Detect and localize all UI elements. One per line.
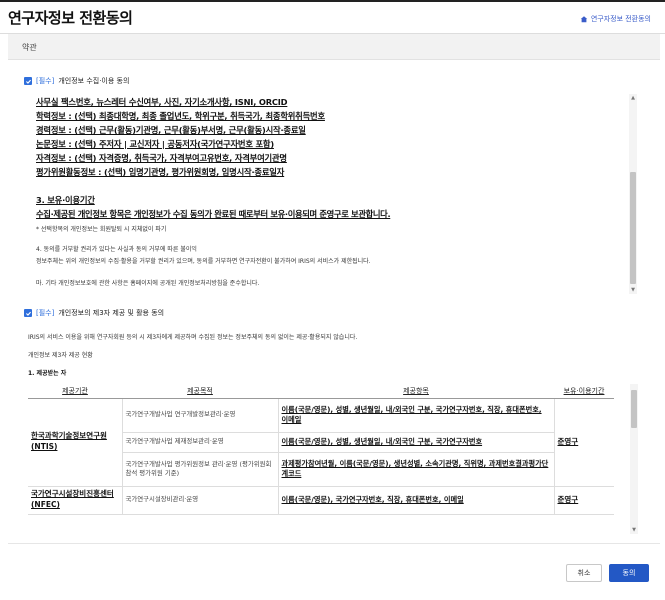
- cancel-button[interactable]: 취소: [566, 564, 602, 582]
- provision-table-scrollbar[interactable]: ▼: [630, 384, 638, 534]
- page-header: 연구자정보 전환동의 연구자정보 전환동의: [0, 2, 665, 34]
- provision-scroll-thumb[interactable]: [631, 390, 637, 428]
- items-cell: 과제평가참여년월, 이름(국문/영문), 생년성별, 소속기관명, 직위명, 과…: [277, 452, 554, 487]
- period-ntis: 준영구: [553, 398, 614, 487]
- retention-title: 3. 보유·이용기간: [36, 195, 95, 205]
- page-title: 연구자정보 전환동의: [8, 9, 133, 27]
- table-row: 한국과학기술정보연구원(NTIS) 국가연구개발사업 연구개발정보관리·운영 이…: [28, 398, 614, 487]
- terms-content: [필수] 개인정보 수집·이용 동의 사무실 팩스번호, 뉴스레터 수신여부, …: [8, 60, 660, 544]
- bold-line-evaluator: 평가위원활동정보 : (선택) 임명기관명, 평가위원회명, 임명시작·종료일자: [36, 167, 285, 177]
- section2-heading: 개인정보의 제3자 제공 및 활용 동의: [58, 309, 165, 317]
- bold-line-paper: 논문정보 : (선택) 주저자 | 교신저자 | 공동저자(국가연구자번호 포함…: [36, 139, 274, 149]
- provision-table: 제공기관 제공목적 제공항목 보유·이용기간 한국과학기술정보연구원(NTIS)…: [28, 384, 614, 515]
- terms-tab-bar: 약관: [8, 34, 660, 60]
- checkbox-checked-icon: [25, 311, 31, 316]
- col-header-purpose: 제공목적: [122, 384, 278, 399]
- bold-line-career: 경력정보 : (선택) 근무(활동)기관명, 근무(활동)부서명, 근무(활동)…: [36, 125, 306, 135]
- checkbox-checked-icon: [25, 79, 31, 84]
- recipients-subtitle: 1. 제공받는 자: [28, 370, 67, 377]
- breadcrumb-label: 연구자정보 전환동의: [590, 15, 651, 23]
- bold-line-license: 자격정보 : (선택) 자격증명, 취득국가, 자격부여고유번호, 자격부여기관…: [36, 153, 287, 163]
- section1-header: [필수] 개인정보 수집·이용 동의: [24, 76, 129, 86]
- tab-terms[interactable]: 약관: [22, 42, 37, 53]
- scroll-down-icon[interactable]: ▼: [630, 526, 638, 534]
- purpose-cell: 국가연구개발사업 평가위원정보 관리·운영 (평가위원회 참석 평가위원 기준): [121, 452, 278, 487]
- col-header-period: 보유·이용기간: [554, 384, 614, 399]
- optional-note: * 선택항목의 개인정보는 회원탈퇴 시 지체없이 파기: [36, 226, 167, 233]
- home-icon: [580, 16, 588, 23]
- period-nfec: 준영구: [553, 486, 614, 515]
- section2-intro: IRIS의 서비스 이용을 위해 연구자회원 등의 시 제3자에게 제공하며 수…: [28, 334, 358, 341]
- bold-line-contact: 사무실 팩스번호, 뉴스레터 수신여부, 사진, 자기소개사항, ISNI, O…: [36, 97, 288, 107]
- breadcrumb[interactable]: 연구자정보 전환동의: [580, 14, 651, 24]
- provision-table-scrollbox[interactable]: 제공기관 제공목적 제공항목 보유·이용기간 한국과학기술정보연구원(NTIS)…: [28, 384, 640, 538]
- item4-title: 4. 동의를 거부할 권리가 있다는 사실과 동의 거부에 따른 불이익: [36, 246, 197, 253]
- institution-nfec: 국가연구시설장비진흥센터(NFEC): [28, 486, 122, 515]
- agree-button[interactable]: 동의: [609, 564, 649, 582]
- section1-scrollbox[interactable]: 사무실 팩스번호, 뉴스레터 수신여부, 사진, 자기소개사항, ISNI, O…: [16, 94, 640, 298]
- retention-text: 수집·제공된 개인정보 항목은 개인정보가 수집 동의가 완료된 때로부터 보유…: [36, 209, 391, 219]
- scroll-up-icon[interactable]: ▲: [629, 94, 637, 102]
- table-header-row: 제공기관 제공목적 제공항목 보유·이용기간: [28, 384, 614, 399]
- section2-required-tag: [필수]: [36, 309, 55, 317]
- bold-line-education: 학력정보 : (선택) 최종대학명, 최종 졸업년도, 학위구분, 취득국가, …: [36, 111, 325, 121]
- scroll-down-icon[interactable]: ▼: [629, 286, 637, 294]
- section1-scrollbar[interactable]: ▲ ▼: [629, 94, 637, 294]
- section2-checkbox[interactable]: [24, 309, 32, 317]
- section2-header: [필수] 개인정보의 제3자 제공 및 활용 동의: [24, 308, 164, 318]
- items-cell: 이름(국문/영문), 성별, 생년월일, 내/외국인 구분, 국가연구자번호: [277, 432, 554, 453]
- item5-text: 마. 기타 개인정보보호에 관한 사항은 홈페이지에 공개된 개인정보처리방침을…: [36, 280, 260, 287]
- table-row: 국가연구시설장비진흥센터(NFEC) 국가연구시설장비관리·운영 이름(국문/영…: [28, 486, 614, 515]
- col-header-items: 제공항목: [278, 384, 554, 399]
- purpose-cell: 국가연구개발사업 연구개발정보관리·운영: [121, 398, 278, 433]
- footer: 취소 동의: [0, 544, 665, 600]
- section1-checkbox[interactable]: [24, 77, 32, 85]
- section1-required-tag: [필수]: [36, 77, 55, 85]
- purpose-cell: 국가연구개발사업 제재정보관리·운영: [121, 432, 278, 453]
- provision-status-label: 개인정보 제3자 제공 현황: [28, 352, 93, 359]
- item4-text: 정보주체는 위의 개인정보의 수집·활용을 거부할 권리가 있으며, 동의를 거…: [36, 258, 371, 265]
- section1-heading: 개인정보 수집·이용 동의: [58, 77, 130, 85]
- consent-page: 연구자정보 전환동의 연구자정보 전환동의 약관 [필수] 개인정보 수집·이용…: [0, 0, 665, 600]
- purpose-cell: 국가연구시설장비관리·운영: [121, 486, 278, 515]
- institution-ntis: 한국과학기술정보연구원(NTIS): [28, 398, 122, 487]
- section1-scroll-thumb[interactable]: [630, 172, 636, 284]
- items-cell: 이름(국문/영문), 성별, 생년월일, 내/외국인 구분, 국가연구자번호, …: [277, 398, 554, 433]
- col-header-institution: 제공기관: [28, 384, 122, 399]
- items-cell: 이름(국문/영문), 국가연구자번호, 직장, 휴대폰번호, 이메일: [277, 486, 554, 515]
